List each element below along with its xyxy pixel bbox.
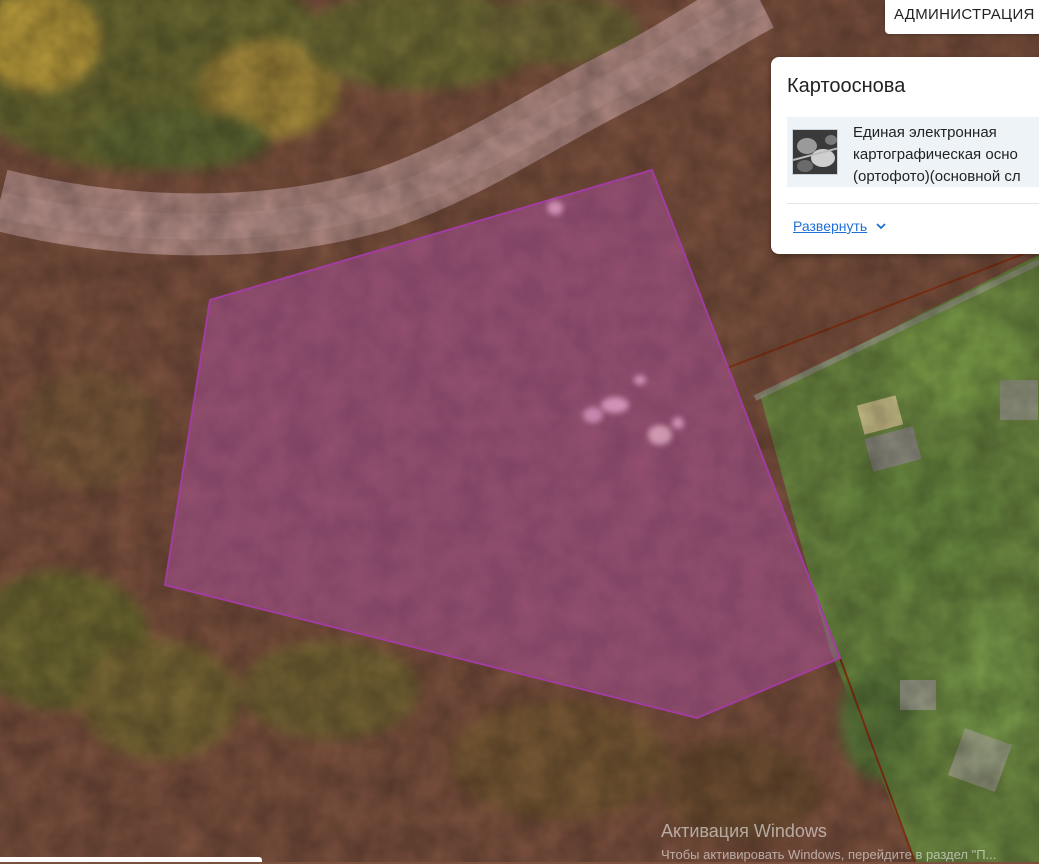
activation-title: Активация Windows	[661, 821, 827, 841]
panel-title: Картооснова	[787, 75, 906, 97]
administration-label-text: АДМИНИСТРАЦИЯ	[894, 6, 1035, 23]
bottom-toolbar-edge	[0, 857, 262, 862]
basemap-panel: Картооснова Единая электронная картограф…	[771, 57, 1039, 254]
layer-name-line-1: Единая электронная	[853, 124, 997, 141]
chevron-down-icon[interactable]	[875, 220, 887, 232]
layer-name-line-3: (ортофото)(основной сл	[853, 168, 1021, 185]
windows-activation-watermark: Активация Windows Чтобы активировать Win…	[661, 820, 996, 864]
activation-subtitle: Чтобы активировать Windows, перейдите в …	[661, 847, 997, 862]
basemap-layer-name: Единая электронная картографическая осно…	[853, 122, 1039, 188]
administration-label[interactable]: АДМИНИСТРАЦИЯ	[885, 0, 1039, 34]
layer-name-line-2: картографическая осно	[853, 146, 1018, 163]
panel-divider	[787, 203, 1039, 204]
orthophoto-thumbnail-icon	[792, 129, 838, 175]
basemap-layer-item[interactable]: Единая электронная картографическая осно…	[787, 117, 1039, 187]
expand-link[interactable]: Развернуть	[793, 218, 867, 234]
